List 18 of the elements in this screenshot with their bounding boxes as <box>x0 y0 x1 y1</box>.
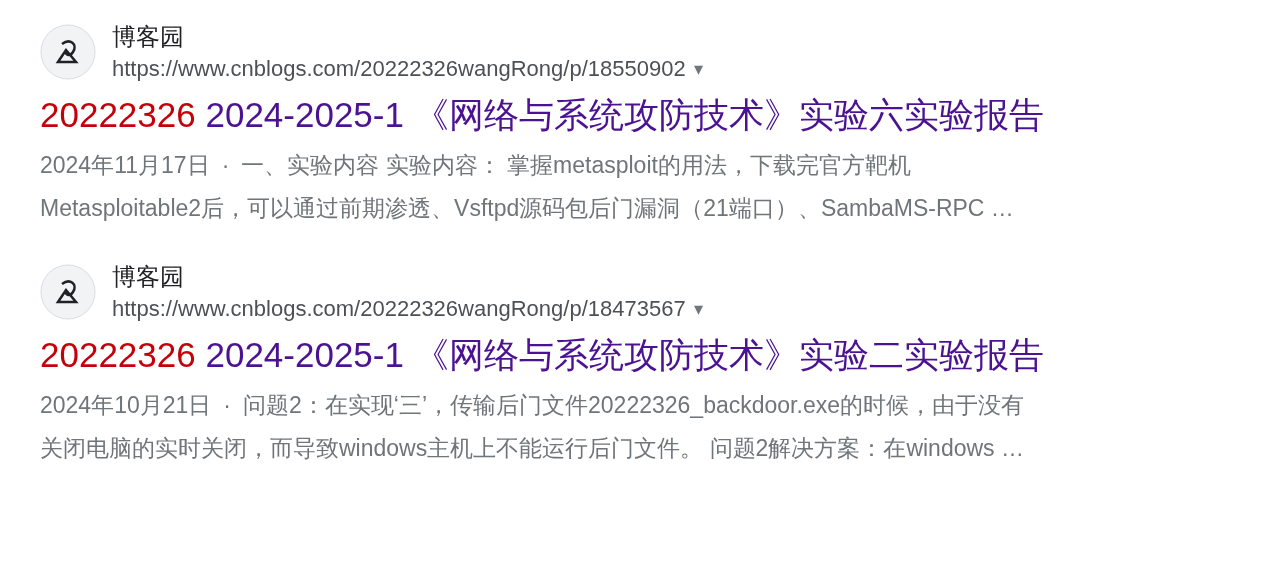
snippet-text: Metasploitable2后，可以通过前期渗透、Vsftpd源码包后门漏洞（21端口）、SambaMS-RPC … <box>40 194 1015 223</box>
site-logo-icon <box>40 264 96 320</box>
site-name: 博客园 <box>112 22 185 52</box>
snippet-text: 一、实验内容 实验内容： 掌握metasploit的用法，下载完官方靶机 <box>241 151 911 180</box>
site-logo-icon <box>40 24 96 80</box>
separator-dot: · <box>223 391 231 420</box>
result-date: 2024年10月21日 <box>40 391 212 420</box>
result-title-link[interactable]: 20222326 2024-2025-1 《网络与系统攻防技术》实验六实验报告 <box>40 90 1277 140</box>
menu-caret[interactable]: ▾ <box>693 54 703 84</box>
menu-caret[interactable]: ▾ <box>693 294 703 324</box>
separator-dot: · <box>221 151 230 180</box>
snippet-text: 问题2：在实现‘三’，传输后门文件20222326_backdoor.exe的时候，由于没有 <box>243 391 1024 420</box>
site-name: 博客园 <box>112 262 185 292</box>
result-url[interactable]: https://www.cnblogs.com/20222326wangRong/p/18550902 <box>112 54 686 84</box>
snippet-text: 关闭电脑的实时关闭，而导致windows主机上不能运行后门文件。 问题2解决方案：在windows … <box>40 434 1025 463</box>
result-url[interactable]: https://www.cnblogs.com/20222326wangRong/p/18473567 <box>112 294 686 324</box>
result-date: 2024年11月17日 <box>40 151 210 180</box>
result-title-link[interactable]: 20222326 2024-2025-1 《网络与系统攻防技术》实验二实验报告 <box>40 330 1277 380</box>
